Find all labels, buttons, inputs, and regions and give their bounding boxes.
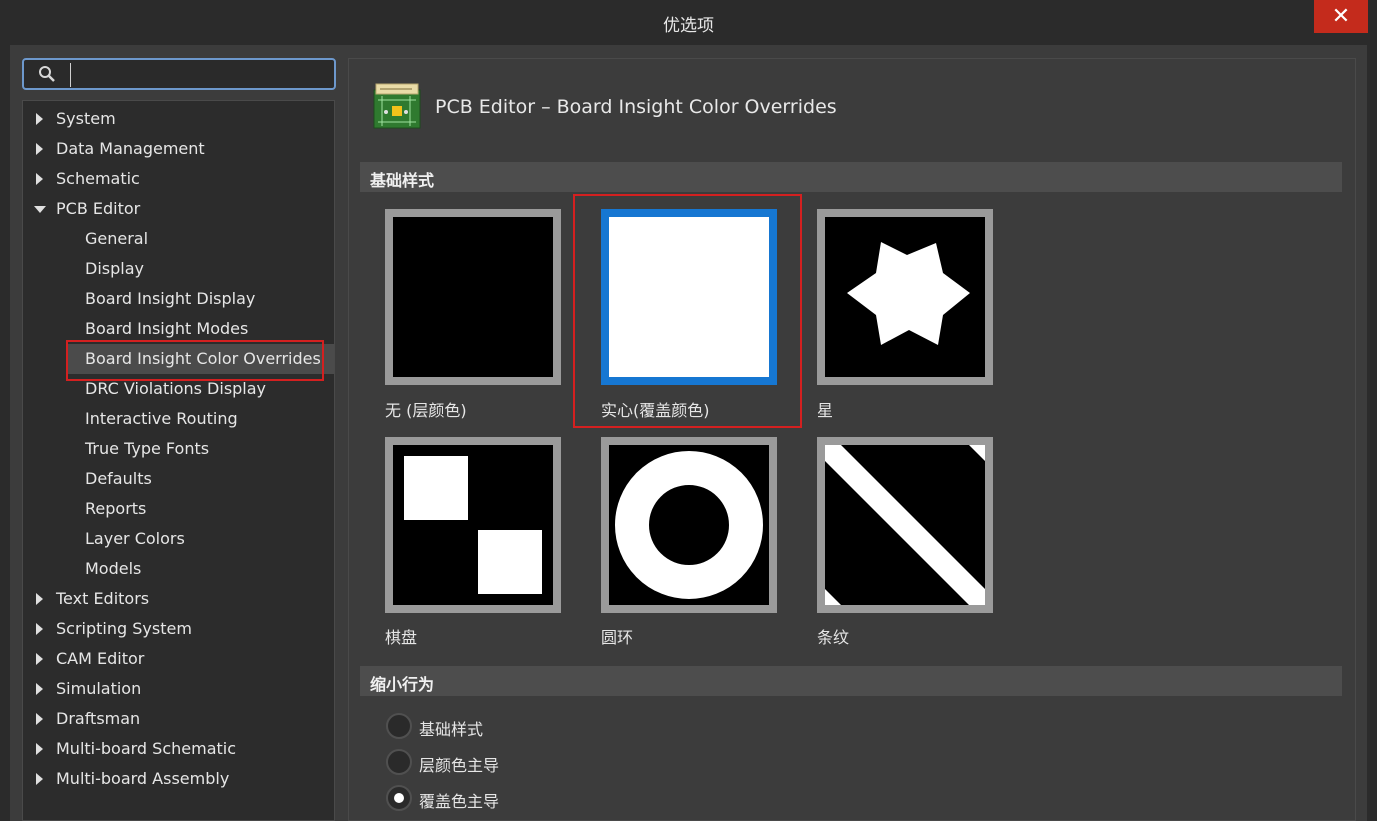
search-input[interactable] bbox=[70, 63, 329, 87]
tree-item-label: Board Insight Display bbox=[85, 289, 256, 308]
tree-item-models[interactable]: Models bbox=[85, 554, 141, 584]
pattern-none-tile[interactable] bbox=[385, 209, 561, 385]
tree-item-label: CAM Editor bbox=[56, 649, 145, 668]
tree-item-label: System bbox=[56, 109, 116, 128]
pattern-ring-tile[interactable] bbox=[601, 437, 777, 613]
radio-layer-color-dominant[interactable] bbox=[386, 749, 412, 775]
tree-item-simulation[interactable]: Simulation bbox=[56, 674, 141, 704]
expand-arrow-icon[interactable] bbox=[36, 173, 43, 185]
tree-item-schematic[interactable]: Schematic bbox=[56, 164, 140, 194]
tree-item-pcb-editor[interactable]: PCB Editor bbox=[56, 194, 140, 224]
search-box[interactable] bbox=[22, 58, 336, 90]
tree-item-text-editors[interactable]: Text Editors bbox=[56, 584, 149, 614]
tree-item-label: PCB Editor bbox=[56, 199, 141, 218]
pattern-checkerboard-tile[interactable] bbox=[385, 437, 561, 613]
pattern-star-tile[interactable] bbox=[817, 209, 993, 385]
checkerboard-icon bbox=[393, 445, 553, 605]
tree-item-label: Text Editors bbox=[56, 589, 150, 608]
ring-icon bbox=[609, 445, 769, 605]
expand-arrow-icon[interactable] bbox=[36, 713, 43, 725]
tree-item-drc-violations-display[interactable]: DRC Violations Display bbox=[85, 374, 266, 404]
tree-item-board-insight-display[interactable]: Board Insight Display bbox=[85, 284, 255, 314]
tree-item-label: Multi-board Assembly bbox=[56, 769, 230, 788]
tree-item-reports[interactable]: Reports bbox=[85, 494, 146, 524]
tree-item-label: Scripting System bbox=[56, 619, 192, 638]
close-button[interactable]: ✕ bbox=[1314, 0, 1368, 33]
pattern-checkerboard-label: 棋盘 bbox=[385, 628, 418, 647]
tree-item-label: Simulation bbox=[56, 679, 142, 698]
tree-item-scripting-system[interactable]: Scripting System bbox=[56, 614, 192, 644]
expand-arrow-icon[interactable] bbox=[36, 623, 43, 635]
expand-arrow-icon[interactable] bbox=[36, 593, 43, 605]
radio-base-style[interactable] bbox=[386, 713, 412, 739]
pattern-star-label: 星 bbox=[817, 401, 834, 420]
tree-item-cam-editor[interactable]: CAM Editor bbox=[56, 644, 144, 674]
pattern-none-icon bbox=[393, 217, 553, 377]
tree-item-label: Draftsman bbox=[56, 709, 141, 728]
tree-item-label: Layer Colors bbox=[85, 529, 185, 548]
section-title: 缩小行为 bbox=[370, 675, 435, 694]
tree-item-layer-colors[interactable]: Layer Colors bbox=[85, 524, 185, 554]
pattern-stripe-tile[interactable] bbox=[817, 437, 993, 613]
star-icon bbox=[825, 217, 985, 377]
title-bar: 优选项 ✕ bbox=[0, 0, 1377, 45]
tree-item-label: Interactive Routing bbox=[85, 409, 238, 428]
tree-item-label: Defaults bbox=[85, 469, 152, 488]
tree-item-label: Reports bbox=[85, 499, 147, 518]
tree-item-defaults[interactable]: Defaults bbox=[85, 464, 152, 494]
expand-arrow-icon[interactable] bbox=[36, 773, 43, 785]
pcb-board-icon bbox=[373, 83, 421, 129]
expand-arrow-icon[interactable] bbox=[36, 143, 43, 155]
pattern-none-label: 无 (层颜色) bbox=[385, 401, 467, 420]
tree-item-label: General bbox=[85, 229, 149, 248]
tree-item-draftsman[interactable]: Draftsman bbox=[56, 704, 140, 734]
radio-label: 覆盖色主导 bbox=[419, 792, 500, 811]
tree-item-display[interactable]: Display bbox=[85, 254, 144, 284]
tree-item-label: Data Management bbox=[56, 139, 205, 158]
expand-arrow-icon[interactable] bbox=[36, 743, 43, 755]
tree-item-multi-board-assembly[interactable]: Multi-board Assembly bbox=[56, 764, 229, 794]
section-header-zoom-behavior: 缩小行为 bbox=[360, 666, 1342, 696]
search-icon bbox=[39, 66, 55, 82]
page-title: PCB Editor – Board Insight Color Overrid… bbox=[435, 96, 837, 118]
tree-item-label: Models bbox=[85, 559, 142, 578]
tree-item-label: Schematic bbox=[56, 169, 140, 188]
pattern-stripe-label: 条纹 bbox=[817, 628, 850, 647]
tree-item-system[interactable]: System bbox=[56, 104, 116, 134]
window-title: 优选项 bbox=[663, 16, 714, 36]
tree-item-data-management[interactable]: Data Management bbox=[56, 134, 205, 164]
expand-arrow-icon[interactable] bbox=[36, 683, 43, 695]
tree-item-label: Board Insight Modes bbox=[85, 319, 249, 338]
radio-selected-dot bbox=[394, 793, 404, 803]
stripe-icon bbox=[825, 445, 985, 605]
expand-arrow-icon[interactable] bbox=[36, 653, 43, 665]
radio-override-color-dominant[interactable] bbox=[386, 785, 412, 811]
radio-label: 层颜色主导 bbox=[419, 756, 500, 775]
highlight-box bbox=[573, 194, 802, 428]
tree-item-true-type-fonts[interactable]: True Type Fonts bbox=[85, 434, 209, 464]
expand-arrow-icon[interactable] bbox=[36, 113, 43, 125]
tree-item-label: Display bbox=[85, 259, 144, 278]
tree-item-multi-board-schematic[interactable]: Multi-board Schematic bbox=[56, 734, 236, 764]
collapse-arrow-icon[interactable] bbox=[34, 206, 46, 213]
section-header-base-style: 基础样式 bbox=[360, 162, 1342, 192]
tree-item-label: Multi-board Schematic bbox=[56, 739, 237, 758]
pattern-ring-label: 圆环 bbox=[601, 628, 634, 647]
section-title: 基础样式 bbox=[370, 171, 435, 190]
radio-label: 基础样式 bbox=[419, 720, 484, 739]
tree-item-label: DRC Violations Display bbox=[85, 379, 267, 398]
tree-item-label: True Type Fonts bbox=[85, 439, 210, 458]
tree-item-interactive-routing[interactable]: Interactive Routing bbox=[85, 404, 238, 434]
tree-item-general[interactable]: General bbox=[85, 224, 148, 254]
